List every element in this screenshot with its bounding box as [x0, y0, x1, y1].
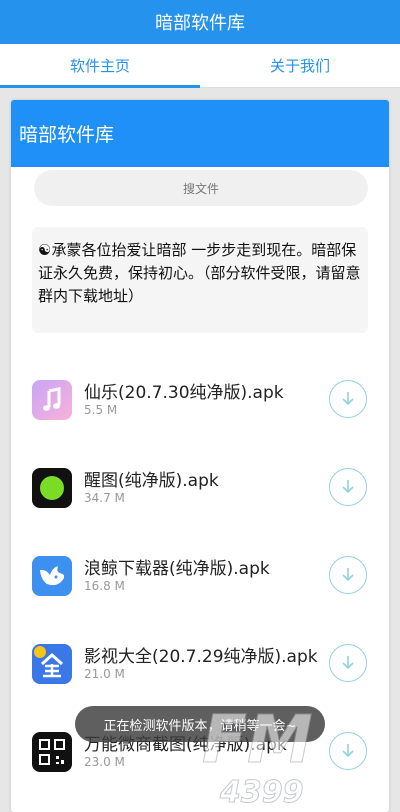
tab-home[interactable]: 软件主页	[0, 44, 200, 88]
download-arrow-icon	[342, 744, 354, 758]
app-name: 浪鲸下载器(纯净版).apk	[84, 559, 270, 579]
list-item[interactable]: 浪鲸下载器(纯净版).apk 16.8 M	[11, 538, 389, 626]
card-header: 暗部软件库	[11, 100, 389, 167]
download-arrow-icon	[342, 480, 354, 494]
search-placeholder: 搜文件	[182, 181, 219, 196]
toast-message: 正在检测软件版本，请稍等一会~	[75, 706, 325, 742]
download-button[interactable]	[329, 556, 367, 594]
music-note-icon	[32, 380, 72, 420]
app-size: 21.0 M	[84, 667, 125, 681]
list-item[interactable]: 影视大全(20.7.29纯净版).apk 21.0 M	[11, 626, 389, 714]
download-button[interactable]	[329, 468, 367, 506]
list-item[interactable]: 醒图(纯净版).apk 34.7 M	[11, 450, 389, 538]
tab-home-label: 软件主页	[69, 57, 130, 75]
app-name: 醒图(纯净版).apk	[84, 471, 219, 491]
app-name: 影视大全(20.7.29纯净版).apk	[84, 647, 318, 667]
app-bar: 暗部软件库	[0, 0, 400, 44]
whale-icon	[32, 556, 72, 596]
download-arrow-icon	[342, 392, 354, 406]
app-title: 暗部软件库	[155, 13, 245, 34]
download-button[interactable]	[329, 380, 367, 418]
notice-box: ☯承蒙各位抬爱让暗部 一步步走到现在。暗部保证永久免费，保持初心。（部分软件受限…	[32, 227, 368, 333]
app-size: 16.8 M	[84, 579, 125, 593]
search-input[interactable]: 搜文件	[34, 170, 368, 206]
notice-text: ☯承蒙各位抬爱让暗部 一步步走到现在。暗部保证永久免费，保持初心。（部分软件受限…	[38, 241, 361, 305]
app-size: 23.0 M	[84, 755, 125, 769]
download-arrow-icon	[342, 568, 354, 582]
tab-bar: 软件主页 关于我们	[0, 44, 400, 88]
quan-icon	[32, 644, 72, 684]
green-dot-icon	[32, 468, 72, 508]
toast-text: 正在检测软件版本，请稍等一会~	[103, 718, 297, 734]
download-button[interactable]	[329, 732, 367, 770]
card-title: 暗部软件库	[19, 124, 115, 146]
app-name: 仙乐(20.7.30纯净版).apk	[84, 383, 284, 403]
tab-about-label: 关于我们	[269, 57, 330, 75]
app-size: 5.5 M	[84, 403, 118, 417]
tab-about[interactable]: 关于我们	[200, 44, 400, 87]
list-item[interactable]: 仙乐(20.7.30纯净版).apk 5.5 M	[11, 362, 389, 450]
qr-icon	[32, 732, 72, 772]
download-arrow-icon	[342, 656, 354, 670]
app-size: 34.7 M	[84, 491, 125, 505]
download-button[interactable]	[329, 644, 367, 682]
